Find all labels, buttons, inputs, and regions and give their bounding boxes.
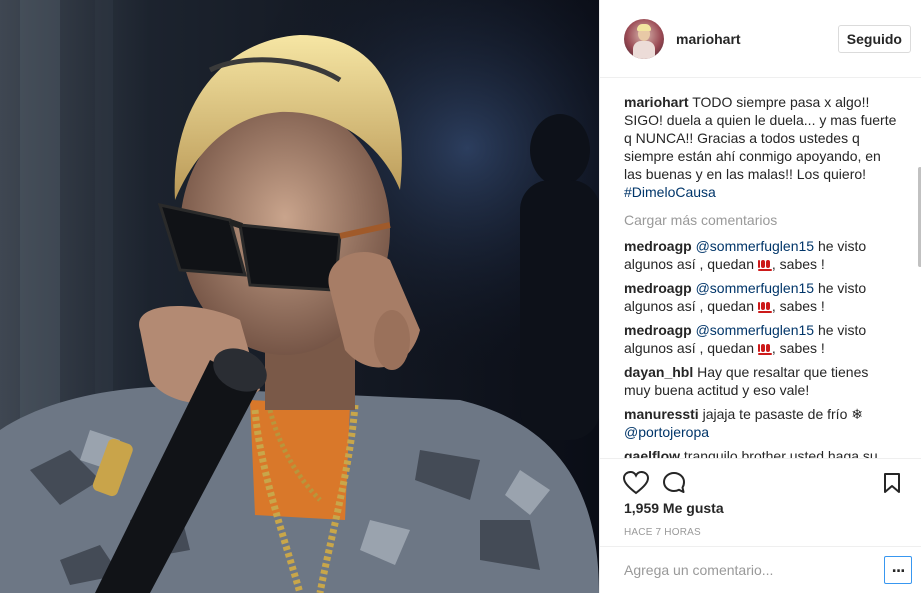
- load-more-comments-link[interactable]: Cargar más comentarios: [624, 211, 898, 229]
- comment-text: jajaja te pasaste de frío ❄: [702, 406, 863, 422]
- comment-item: dayan_hbl Hay que resaltar que tienes mu…: [624, 363, 898, 399]
- comment-username[interactable]: medroagp: [624, 238, 692, 254]
- comment-username[interactable]: medroagp: [624, 280, 692, 296]
- comment-item: gaelflow tranquilo brother usted haga su: [624, 447, 898, 458]
- comment-mention[interactable]: @sommerfuglen15: [696, 280, 815, 296]
- comment-username[interactable]: dayan_hbl: [624, 364, 693, 380]
- post-header: mariohart Seguido: [600, 0, 921, 78]
- photo-illustration: [0, 0, 599, 593]
- heart-icon[interactable]: [622, 469, 650, 497]
- comment-item: medroagp @sommerfuglen15 he visto alguno…: [624, 237, 898, 273]
- comments-list: mariohart TODO siempre pasa x algo!! SIG…: [600, 79, 921, 458]
- post-caption: mariohart TODO siempre pasa x algo!! SIG…: [624, 93, 898, 201]
- post-actions: [600, 458, 921, 504]
- comment-username[interactable]: medroagp: [624, 322, 692, 338]
- caption-username[interactable]: mariohart: [624, 94, 689, 110]
- post-photo[interactable]: [0, 0, 599, 593]
- 100-emoji-icon: [757, 342, 772, 355]
- add-comment-bar: ...: [600, 546, 921, 593]
- comment-text-end: , sabes !: [771, 298, 825, 314]
- bookmark-icon[interactable]: [878, 469, 906, 497]
- post-timestamp: HACE 7 HORAS: [624, 527, 701, 538]
- more-options-icon[interactable]: ...: [884, 556, 912, 584]
- comment-text-end: , sabes !: [771, 340, 825, 356]
- comment-username[interactable]: manuressti: [624, 406, 699, 422]
- post-username[interactable]: mariohart: [676, 31, 838, 47]
- post-sidebar: mariohart Seguido mariohart TODO siempre…: [599, 0, 921, 593]
- comment-item: medroagp @sommerfuglen15 he visto alguno…: [624, 279, 898, 315]
- hashtag-link[interactable]: #DimeloCausa: [624, 184, 716, 200]
- avatar[interactable]: [624, 18, 664, 59]
- comment-mention[interactable]: @portojeropa: [624, 424, 709, 440]
- comment-text: tranquilo brother usted haga su: [683, 448, 878, 458]
- likes-count[interactable]: 1,959 Me gusta: [624, 500, 724, 516]
- comment-item: manuressti jajaja te pasaste de frío ❄ @…: [624, 405, 898, 441]
- following-button[interactable]: Seguido: [837, 24, 911, 53]
- comment-mention[interactable]: @sommerfuglen15: [696, 238, 815, 254]
- 100-emoji-icon: [757, 258, 772, 271]
- comment-input[interactable]: [624, 562, 884, 578]
- comment-text-end: , sabes !: [771, 256, 825, 272]
- comment-username[interactable]: gaelflow: [624, 448, 680, 458]
- comment-item: medroagp @sommerfuglen15 he visto alguno…: [624, 321, 898, 357]
- comment-bubble-icon[interactable]: [660, 469, 688, 497]
- comment-mention[interactable]: @sommerfuglen15: [696, 322, 815, 338]
- 100-emoji-icon: [757, 300, 772, 313]
